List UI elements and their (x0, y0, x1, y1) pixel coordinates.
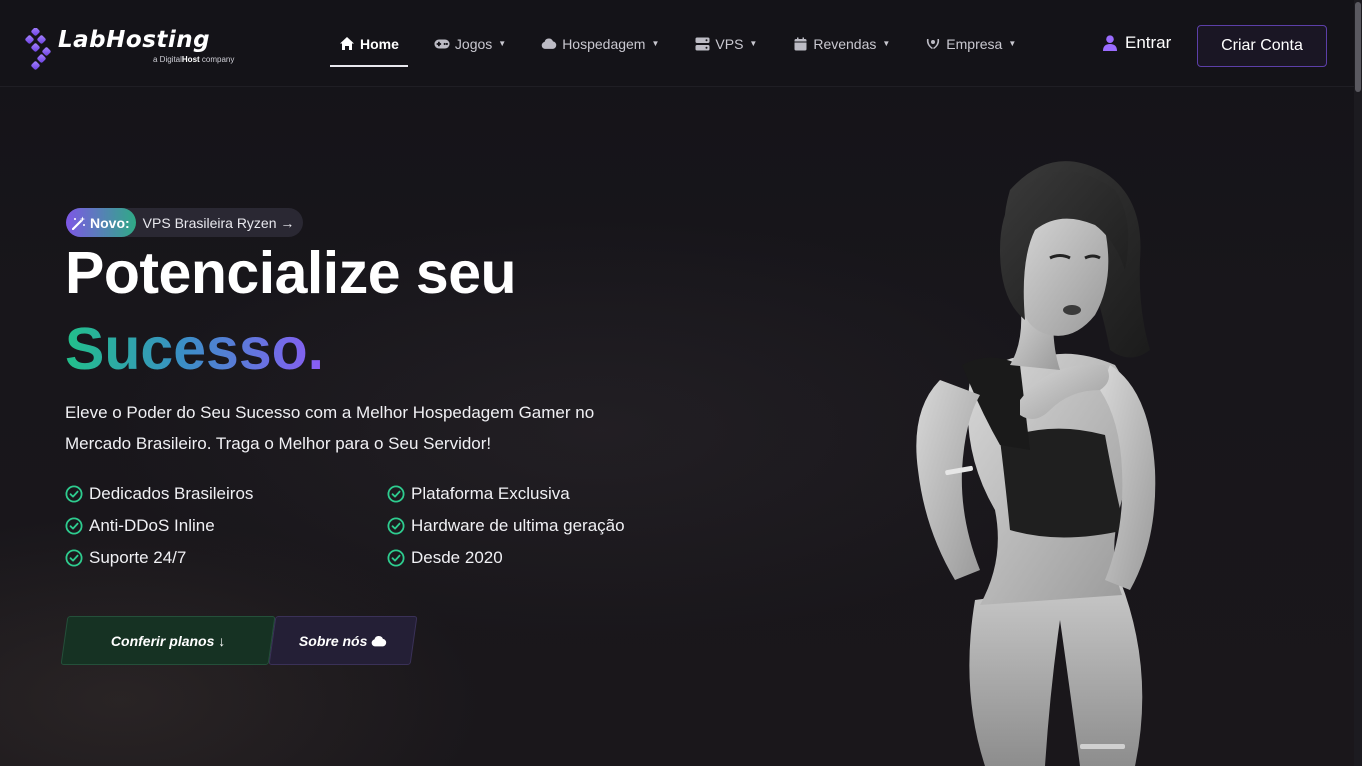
nav-jogos-label: Jogos (454, 35, 493, 52)
check-circle-icon (65, 517, 83, 535)
chevron-down-icon: ▼ (882, 39, 891, 48)
brand-subtitle: a DigitalHost company (153, 55, 235, 64)
about-label: Sobre nós (298, 632, 368, 649)
arrow-right-icon: → (280, 214, 295, 231)
about-button[interactable]: Sobre nós (268, 616, 418, 665)
home-icon (339, 36, 355, 52)
cloud-icon (371, 635, 387, 646)
user-icon (1102, 35, 1118, 51)
server-icon (694, 36, 710, 52)
feature-label: Hardware de ultima geração (411, 516, 625, 535)
view-plans-label: Conferir planos (110, 632, 215, 649)
nav-home-label: Home (360, 35, 399, 52)
calendar-icon (792, 36, 808, 52)
nav-revendas-label: Revendas (813, 35, 877, 52)
feature-label: Plataforma Exclusiva (411, 484, 570, 503)
laurel-icon (925, 36, 941, 52)
site-header: LabHosting a DigitalHost company Home Jo… (0, 0, 1354, 87)
scrollbar-thumb[interactable] (1355, 2, 1361, 92)
feature-item: Anti-DDoS Inline (65, 516, 215, 536)
feature-item: Plataforma Exclusiva (387, 484, 570, 504)
nav-empresa-label: Empresa (946, 35, 1003, 52)
hero-description: Eleve o Poder do Seu Sucesso com a Melho… (65, 403, 595, 453)
chevron-down-icon: ▼ (651, 39, 660, 48)
announcement-badge[interactable]: Novo: VPS Brasileira Ryzen → (66, 208, 303, 237)
feature-item: Desde 2020 (387, 548, 503, 568)
badge-text: VPS Brasileira Ryzen → (142, 214, 295, 231)
badge-label: Novo: (90, 214, 130, 231)
logo[interactable]: LabHosting a DigitalHost company (24, 28, 234, 72)
chevron-down-icon: ▼ (1008, 39, 1017, 48)
scrollbar[interactable] (1354, 0, 1362, 766)
view-plans-button[interactable]: Conferir planos ↓ (60, 616, 276, 665)
check-circle-icon (65, 549, 83, 567)
nav-revendas[interactable]: Revendas ▼ (783, 24, 899, 64)
nav-vps-label: VPS (715, 35, 744, 52)
check-circle-icon (387, 485, 405, 503)
feature-label: Suporte 24/7 (89, 548, 187, 567)
feature-item: Hardware de ultima geração (387, 516, 625, 536)
check-circle-icon (387, 517, 405, 535)
badge-pill: Novo: (66, 208, 136, 237)
nav-home[interactable]: Home (330, 24, 408, 67)
nav-jogos[interactable]: Jogos ▼ (425, 24, 515, 64)
arrow-down-icon: ↓ (218, 632, 226, 649)
logo-mark-icon (25, 28, 51, 70)
chevron-down-icon: ▼ (749, 39, 758, 48)
login-label: Entrar (1125, 33, 1172, 52)
check-circle-icon (65, 485, 83, 503)
feature-item: Suporte 24/7 (65, 548, 186, 568)
login-link[interactable]: Entrar (1102, 33, 1171, 53)
feature-label: Dedicados Brasileiros (89, 484, 254, 503)
feature-item: Dedicados Brasileiros (65, 484, 253, 504)
nav-vps[interactable]: VPS ▼ (685, 24, 766, 64)
feature-label: Desde 2020 (411, 548, 503, 567)
hero-character-illustration (916, 161, 1156, 766)
feature-label: Anti-DDoS Inline (89, 516, 215, 535)
hero-title-line1: Potencialize seu (65, 240, 517, 306)
nav-empresa[interactable]: Empresa ▼ (916, 24, 1025, 64)
hero-title-line2: Sucesso. (65, 316, 325, 382)
nav-hospedagem-label: Hospedagem (562, 35, 646, 52)
brand-name: LabHosting (58, 27, 211, 53)
cloud-icon (541, 36, 557, 52)
signup-button[interactable]: Criar Conta (1197, 25, 1327, 67)
chevron-down-icon: ▼ (498, 39, 507, 48)
main-nav: Home Jogos ▼ Hospedagem ▼ VPS ▼ Revendas… (330, 0, 1042, 87)
nav-hospedagem[interactable]: Hospedagem ▼ (532, 24, 668, 64)
gamepad-icon (434, 36, 450, 52)
magic-wand-icon (71, 215, 87, 231)
check-circle-icon (387, 549, 405, 567)
